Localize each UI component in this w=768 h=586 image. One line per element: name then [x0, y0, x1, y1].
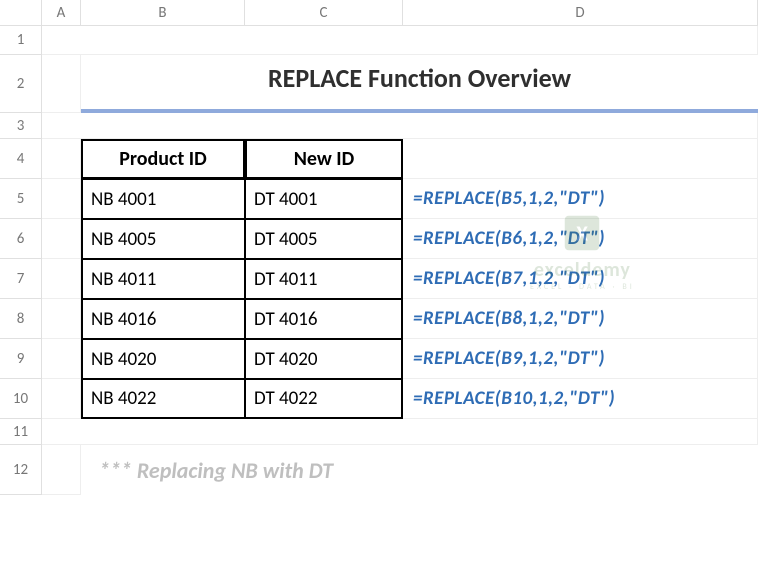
row-header-11[interactable]: 11 [0, 419, 42, 445]
cell-empty[interactable] [403, 139, 758, 179]
cell-formula[interactable]: =REPLACE(B5,1,2,"DT") [403, 179, 758, 219]
cell-formula[interactable]: =REPLACE(B6,1,2,"DT") [403, 219, 758, 259]
row-header-10[interactable]: 10 [0, 379, 42, 419]
col-header-d[interactable]: D [403, 0, 758, 26]
cell-empty[interactable] [42, 139, 81, 179]
col-header-a[interactable]: A [42, 0, 81, 26]
row-header-5[interactable]: 5 [0, 179, 42, 219]
page-title: REPLACE Function Overview [81, 55, 758, 113]
cell-empty[interactable] [42, 339, 81, 379]
spreadsheet-grid: A B C D 1 2 REPLACE Function Overview 3 … [0, 0, 768, 495]
cell-new-id[interactable]: DT 4022 [245, 379, 403, 419]
row-header-2[interactable]: 2 [0, 55, 42, 113]
cell-formula[interactable]: =REPLACE(B7,1,2,"DT") [403, 259, 758, 299]
cell-new-id[interactable]: DT 4001 [245, 179, 403, 219]
cell-formula[interactable]: =REPLACE(B9,1,2,"DT") [403, 339, 758, 379]
cell-new-id[interactable]: DT 4016 [245, 299, 403, 339]
cell-empty[interactable] [42, 55, 81, 113]
cell-new-id[interactable]: DT 4011 [245, 259, 403, 299]
cell-empty[interactable] [42, 219, 81, 259]
cell-new-id[interactable]: DT 4005 [245, 219, 403, 259]
col-header-c[interactable]: C [245, 0, 403, 26]
cell-empty[interactable] [42, 179, 81, 219]
row-header-12[interactable]: 12 [0, 445, 42, 495]
cell-product-id[interactable]: NB 4016 [81, 299, 245, 339]
cell-empty[interactable] [42, 299, 81, 339]
cell-product-id[interactable]: NB 4022 [81, 379, 245, 419]
cell-new-id[interactable]: DT 4020 [245, 339, 403, 379]
cell-product-id[interactable]: NB 4005 [81, 219, 245, 259]
table-header-product-id[interactable]: Product ID [81, 139, 245, 179]
row-header-1[interactable]: 1 [0, 26, 42, 55]
cell-empty[interactable] [42, 379, 81, 419]
row-header-3[interactable]: 3 [0, 113, 42, 139]
cell-product-id[interactable]: NB 4020 [81, 339, 245, 379]
row-header-7[interactable]: 7 [0, 259, 42, 299]
cell-empty[interactable] [42, 259, 81, 299]
cell-product-id[interactable]: NB 4001 [81, 179, 245, 219]
cell-empty[interactable] [42, 26, 758, 55]
cell-empty[interactable] [42, 445, 81, 495]
row-header-8[interactable]: 8 [0, 299, 42, 339]
row-header-9[interactable]: 9 [0, 339, 42, 379]
col-header-b[interactable]: B [81, 0, 245, 26]
cell-empty[interactable] [42, 419, 758, 445]
cell-formula[interactable]: =REPLACE(B8,1,2,"DT") [403, 299, 758, 339]
footer-note: *** Replacing NB with DT [81, 445, 758, 495]
cell-empty[interactable] [42, 113, 758, 139]
cell-product-id[interactable]: NB 4011 [81, 259, 245, 299]
row-header-4[interactable]: 4 [0, 139, 42, 179]
table-header-new-id[interactable]: New ID [245, 139, 403, 179]
row-header-6[interactable]: 6 [0, 219, 42, 259]
cell-formula[interactable]: =REPLACE(B10,1,2,"DT") [403, 379, 758, 419]
select-all-corner[interactable] [0, 0, 42, 26]
